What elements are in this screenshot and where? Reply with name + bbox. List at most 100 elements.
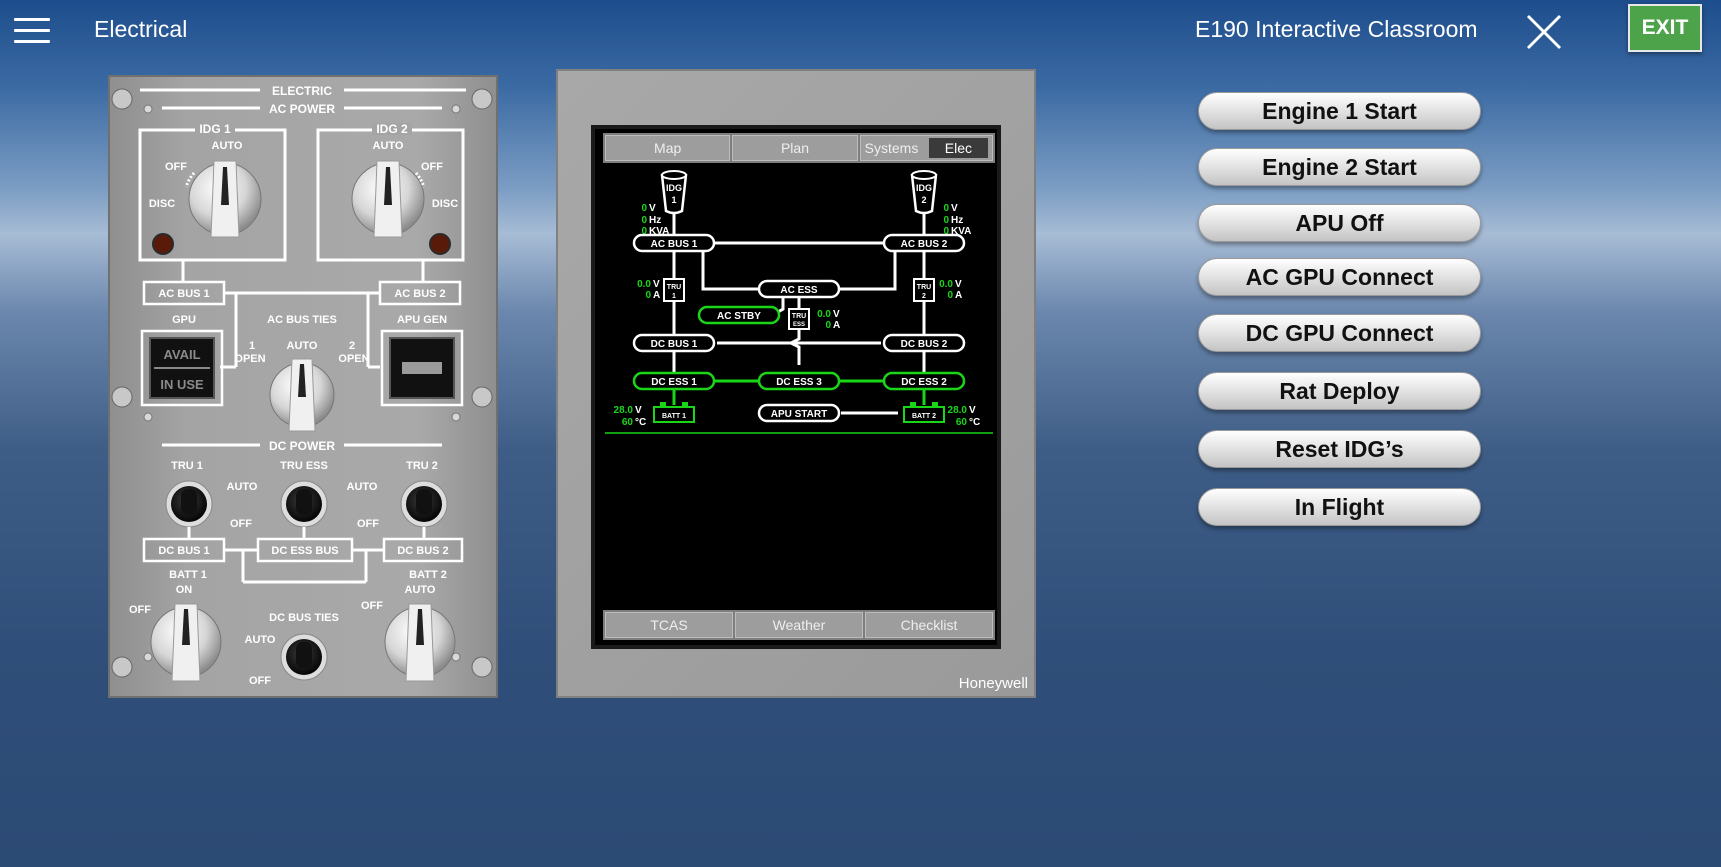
tab-checklist[interactable]: Checklist [865, 612, 993, 638]
reset-idgs-button[interactable]: Reset IDG’s [1198, 430, 1481, 468]
ac-stby-node-label: AC STBY [717, 311, 761, 322]
tab-tcas[interactable]: TCAS [605, 612, 733, 638]
tab-weather[interactable]: Weather [735, 612, 863, 638]
idg2-label: IDG 2 [376, 122, 408, 136]
batt1-on-label: ON [176, 584, 193, 596]
idg2-fault-light [429, 233, 451, 255]
ac-gpu-connect-button[interactable]: AC GPU Connect [1198, 258, 1481, 296]
tru1-amps-unit: A [653, 290, 660, 301]
dc-ess-3-node-label: DC ESS 3 [776, 377, 822, 388]
systems-selected-page: Elec [928, 138, 988, 158]
bottom-tab-bar: TCAS Weather Checklist [603, 610, 995, 640]
batt2-volts-unit: V [969, 405, 976, 416]
idg1-disc-label: DISC [149, 198, 175, 210]
ac-bus-1-node-label: AC BUS 1 [651, 239, 698, 250]
batt2-temp-value: 60 [956, 417, 968, 428]
dc-gpu-connect-button[interactable]: DC GPU Connect [1198, 314, 1481, 352]
ac-bus-ties-label: AC BUS TIES [267, 314, 337, 326]
dc-bus-1-label: DC BUS 1 [158, 545, 209, 557]
tab-plan[interactable]: Plan [732, 135, 858, 161]
ac-bus-2-label: AC BUS 2 [394, 288, 445, 300]
top-tab-bar: Map Plan Systems Elec [603, 133, 995, 163]
exit-button[interactable]: EXIT [1628, 4, 1702, 52]
apu-start-node-label: APU START [771, 409, 827, 420]
tru2-amps-value: 0 [947, 290, 953, 301]
tru-ess-amps-value: 0 [825, 320, 831, 331]
ac-bus-ties-2-label: 2 [349, 340, 355, 352]
dc-bus-ties-toggle-switch[interactable] [280, 633, 328, 681]
tru2-label: TRU 2 [406, 460, 438, 472]
tru1-node-name: TRU [667, 284, 681, 291]
batt1-temp-unit: °C [635, 417, 646, 428]
tru-ess-label: TRU ESS [280, 460, 328, 472]
apu-gen-label: APU GEN [397, 314, 447, 326]
ac-bus-ties-auto-label: AUTO [287, 340, 318, 352]
in-flight-button[interactable]: In Flight [1198, 488, 1481, 526]
idg1-selector-knob[interactable] [188, 160, 262, 238]
idg1-auto-label: AUTO [212, 140, 243, 152]
tru2-volts-unit: V [955, 279, 962, 290]
tru2-volts-value: 0.0 [939, 279, 953, 290]
batt2-temp-unit: °C [969, 417, 980, 428]
idg2-hz-unit: Hz [951, 215, 963, 226]
gpu-avail-legend: AVAIL [163, 347, 200, 362]
rat-deploy-button[interactable]: Rat Deploy [1198, 372, 1481, 410]
idg2-hz-value: 0 [943, 215, 949, 226]
idg1-volts-unit: V [649, 203, 656, 214]
idg1-hz-value: 0 [641, 215, 647, 226]
ac-ess-node-label: AC ESS [780, 285, 818, 296]
tru2-toggle-switch[interactable] [400, 480, 448, 528]
tru1-volts-value: 0.0 [637, 279, 651, 290]
ac-bus-ties-1-label: 1 [249, 340, 255, 352]
apu-off-button[interactable]: APU Off [1198, 204, 1481, 242]
tab-systems[interactable]: Systems Elec [859, 135, 993, 161]
batt2-auto-label: AUTO [405, 584, 436, 596]
tru1-volts-unit: V [653, 279, 660, 290]
tru1-node-number: 1 [672, 293, 676, 300]
tru-ess-node-sub: ESS [793, 322, 805, 328]
tru1-label: TRU 1 [171, 460, 203, 472]
tru1-off-label: OFF [230, 518, 252, 530]
idg2-selector-knob[interactable] [351, 160, 425, 238]
close-icon[interactable] [1524, 12, 1564, 52]
tru2-node-name: TRU [917, 284, 931, 291]
ac-bus-1-label: AC BUS 1 [158, 288, 209, 300]
dc-power-label: DC POWER [269, 439, 335, 453]
idg2-name: IDG [916, 183, 932, 193]
batt2-selector-knob[interactable] [384, 603, 456, 682]
app-title: E190 Interactive Classroom [1195, 16, 1478, 42]
tru2-amps-unit: A [955, 290, 962, 301]
electrical-overhead-panel: ELECTRIC AC POWER IDG 1 AUTO OFF DISC ID… [108, 75, 498, 698]
batt2-label: BATT 2 [409, 569, 447, 581]
tru-ess-node-name: TRU [792, 313, 806, 320]
idg2-volts-value: 0 [943, 203, 949, 214]
idg1-label: IDG 1 [199, 122, 231, 136]
tru2-auto-label: AUTO [347, 481, 378, 493]
engine-1-start-button[interactable]: Engine 1 Start [1198, 92, 1481, 130]
ac-bus-ties-open2-label: OPEN [338, 353, 369, 365]
engine-2-start-button[interactable]: Engine 2 Start [1198, 148, 1481, 186]
dc-bus-ties-auto-label: AUTO [245, 634, 276, 646]
tru-ess-volts-value: 0.0 [817, 309, 831, 320]
tru-ess-toggle-switch[interactable] [280, 480, 328, 528]
panel-title: ELECTRIC [272, 84, 332, 98]
batt1-label: BATT 1 [169, 569, 207, 581]
ac-power-label: AC POWER [269, 102, 335, 116]
batt2-node-label: BATT 2 [912, 413, 936, 420]
section-title: Electrical [94, 16, 188, 42]
batt2-off-label: OFF [361, 600, 383, 612]
batt1-selector-knob[interactable] [150, 603, 222, 682]
dc-ess-1-node-label: DC ESS 1 [651, 377, 697, 388]
menu-icon[interactable] [14, 12, 50, 50]
idg1-fault-light [152, 233, 174, 255]
ac-bus-ties-selector-knob[interactable] [269, 358, 335, 432]
batt1-node-label: BATT 1 [662, 413, 686, 420]
idg1-hz-unit: Hz [649, 215, 661, 226]
tru2-node-number: 2 [922, 293, 926, 300]
dc-bus-1-node-label: DC BUS 1 [651, 339, 698, 350]
tru1-auto-label: AUTO [227, 481, 258, 493]
tab-map[interactable]: Map [605, 135, 731, 161]
tru1-toggle-switch[interactable] [165, 480, 213, 528]
apu-gen-pushbutton[interactable] [389, 337, 455, 399]
brand-label: Honeywell [958, 675, 1028, 692]
